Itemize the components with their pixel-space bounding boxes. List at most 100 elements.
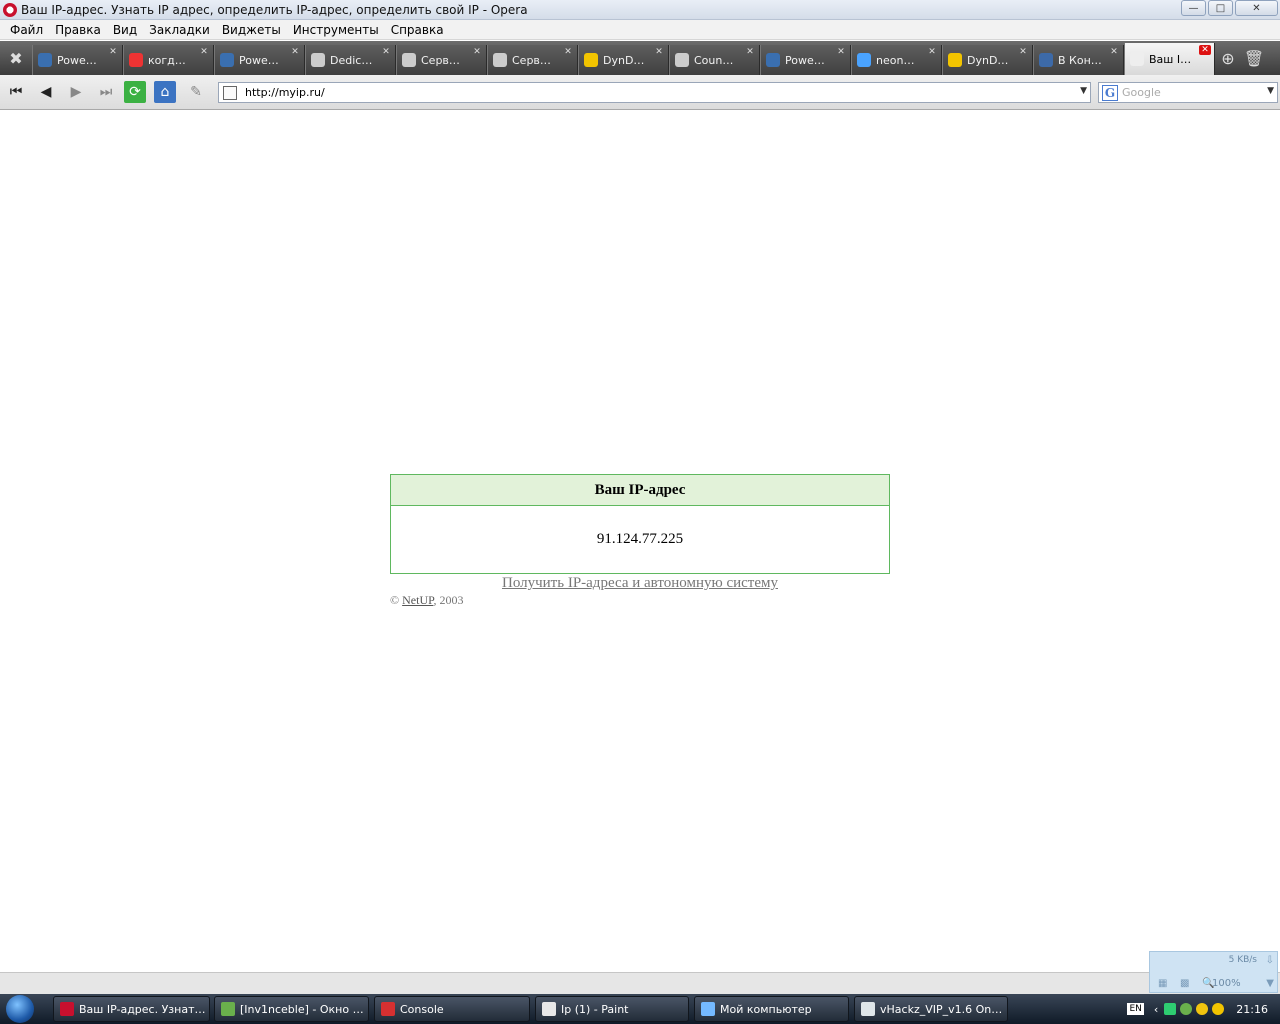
close-button[interactable]: ✕ bbox=[1235, 0, 1278, 16]
download-icon[interactable]: ⇩ bbox=[1266, 955, 1274, 966]
taskbar-app-icon bbox=[861, 1002, 875, 1016]
menu-file[interactable]: Файл bbox=[4, 23, 49, 37]
taskbar-item-5[interactable]: vHackz_VIP_v1.6 On… bbox=[854, 996, 1008, 1022]
tab-close-icon[interactable]: ✕ bbox=[835, 47, 847, 57]
tab-11[interactable]: В Кон… ✕ bbox=[1033, 45, 1124, 75]
taskbar-item-3[interactable]: Ip (1) - Paint bbox=[535, 996, 689, 1022]
globe-icon bbox=[766, 53, 780, 67]
back-icon[interactable]: ◀ bbox=[32, 79, 60, 105]
minimize-button[interactable]: — bbox=[1181, 0, 1206, 16]
tab-label: Powe… bbox=[785, 53, 825, 67]
search-placeholder: Google bbox=[1122, 86, 1161, 99]
panel-icon[interactable]: ▦ bbox=[1158, 978, 1167, 989]
google-icon: G bbox=[1102, 84, 1118, 101]
counterstrike-icon bbox=[675, 53, 689, 67]
tab-7[interactable]: Coun… ✕ bbox=[669, 45, 760, 75]
tab-close-icon[interactable]: ✕ bbox=[653, 47, 665, 57]
tab-close-icon[interactable]: ✕ bbox=[107, 47, 119, 57]
tab-0[interactable]: Powe… ✕ bbox=[32, 45, 123, 75]
rewind-icon[interactable]: ⏮ bbox=[2, 79, 30, 105]
tab-label: Серв… bbox=[512, 53, 551, 67]
menu-widgets[interactable]: Виджеты bbox=[216, 23, 287, 37]
tab-label: DynD… bbox=[967, 53, 1009, 67]
tab-2[interactable]: Powe… ✕ bbox=[214, 45, 305, 75]
tab-close-icon[interactable]: ✕ bbox=[289, 47, 301, 57]
tray-smile-icon[interactable] bbox=[1196, 1003, 1209, 1015]
address-field[interactable]: http://myip.ru/ ▼ bbox=[218, 82, 1091, 103]
zoom-level[interactable]: 100% bbox=[1212, 978, 1241, 989]
tab-close-icon[interactable]: ✕ bbox=[744, 47, 756, 57]
address-url[interactable]: http://myip.ru/ bbox=[245, 86, 325, 99]
menu-bookmarks[interactable]: Закладки bbox=[143, 23, 216, 37]
tab-12[interactable]: Ваш I… ✕ bbox=[1124, 43, 1215, 75]
tab-6[interactable]: DynD… ✕ bbox=[578, 45, 669, 75]
menu-help[interactable]: Справка bbox=[385, 23, 450, 37]
counterstrike-icon bbox=[311, 53, 325, 67]
at-icon bbox=[857, 53, 871, 67]
forward-icon[interactable]: ▶ bbox=[62, 79, 90, 105]
new-tab-icon[interactable]: ⊕ bbox=[1215, 41, 1241, 75]
tab-close-icon[interactable]: ✕ bbox=[1108, 47, 1120, 57]
ip-box: Ваш IP-адрес 91.124.77.225 bbox=[390, 474, 890, 574]
tray-messenger-icon[interactable] bbox=[1180, 1003, 1193, 1015]
tab-close-icon[interactable]: ✕ bbox=[1017, 47, 1029, 57]
window-controls: — □ ✕ bbox=[1181, 0, 1278, 16]
tab-close-icon[interactable]: ✕ bbox=[1199, 45, 1211, 55]
netup-link[interactable]: NetUP bbox=[402, 593, 433, 607]
taskbar-item-0[interactable]: Ваш IP-адрес. Узнат… bbox=[53, 996, 210, 1022]
tab-strip: Powe… ✕ когд… ✕ Powe… ✕ Dedic… ✕ Серв… ✕ Серв… ✕ Dyn… bbox=[32, 41, 1215, 75]
tab-close-icon[interactable]: ✕ bbox=[198, 47, 210, 57]
search-field[interactable]: G Google ▼ bbox=[1098, 82, 1278, 103]
edit-icon[interactable]: ✎ bbox=[182, 79, 210, 105]
tab-3[interactable]: Dedic… ✕ bbox=[305, 45, 396, 75]
tab-close-icon[interactable]: ✕ bbox=[926, 47, 938, 57]
tools-icon[interactable]: ✖ bbox=[0, 41, 32, 75]
menu-edit[interactable]: Правка bbox=[49, 23, 107, 37]
tab-close-icon[interactable]: ✕ bbox=[471, 47, 483, 57]
vk-icon bbox=[1039, 53, 1053, 67]
menu-tools[interactable]: Инструменты bbox=[287, 23, 385, 37]
tab-9[interactable]: neon… ✕ bbox=[851, 45, 942, 75]
tab-close-icon[interactable]: ✕ bbox=[562, 47, 574, 57]
tab-label: В Кон… bbox=[1058, 53, 1102, 67]
maximize-button[interactable]: □ bbox=[1208, 0, 1233, 16]
fast-forward-icon[interactable]: ⏭ bbox=[92, 79, 120, 105]
reload-icon[interactable]: ⟳ bbox=[124, 81, 146, 103]
tab-5[interactable]: Серв… ✕ bbox=[487, 45, 578, 75]
taskbar-app-icon bbox=[60, 1002, 74, 1016]
page-icon bbox=[1130, 52, 1144, 66]
tab-label: DynD… bbox=[603, 53, 645, 67]
taskbar-item-label: Ваш IP-адрес. Узнат… bbox=[79, 1002, 206, 1016]
taskbar-app-icon bbox=[381, 1002, 395, 1016]
home-icon[interactable]: ⌂ bbox=[154, 81, 176, 103]
tab-close-icon[interactable]: ✕ bbox=[380, 47, 392, 57]
moon-icon bbox=[948, 53, 962, 67]
tray-expand-icon[interactable]: ‹ bbox=[1154, 1003, 1158, 1016]
tray-app-icon[interactable] bbox=[1164, 1003, 1177, 1015]
globe-icon bbox=[220, 53, 234, 67]
tab-label: neon… bbox=[876, 53, 915, 67]
camera-icon[interactable]: ▩ bbox=[1180, 978, 1189, 989]
taskbar-item-4[interactable]: Мой компьютер bbox=[694, 996, 849, 1022]
taskbar-item-1[interactable]: [Inv1nceble] - Окно … bbox=[214, 996, 369, 1022]
language-indicator[interactable]: EN bbox=[1127, 1003, 1144, 1015]
trash-icon[interactable]: 🗑 bbox=[1241, 41, 1267, 75]
menu-view[interactable]: Вид bbox=[107, 23, 143, 37]
taskbar-item-label: vHackz_VIP_v1.6 On… bbox=[880, 1002, 1003, 1016]
system-tray: EN ‹ 21:16 bbox=[1110, 994, 1280, 1024]
tab-label: Ваш I… bbox=[1149, 52, 1192, 66]
tab-4[interactable]: Серв… ✕ bbox=[396, 45, 487, 75]
clock[interactable]: 21:16 bbox=[1236, 1003, 1268, 1016]
address-dropdown-icon[interactable]: ▼ bbox=[1080, 86, 1087, 96]
tab-1[interactable]: когд… ✕ bbox=[123, 45, 214, 75]
search-dropdown-icon[interactable]: ▼ bbox=[1267, 86, 1274, 96]
page-viewport: Ваш IP-адрес 91.124.77.225 Получить IP-а… bbox=[0, 111, 1280, 972]
start-button[interactable] bbox=[0, 994, 40, 1024]
get-ip-as-link[interactable]: Получить IP-адреса и автономную систему bbox=[390, 575, 890, 592]
tab-8[interactable]: Powe… ✕ bbox=[760, 45, 851, 75]
zoom-dropdown-icon[interactable]: ▼ bbox=[1266, 978, 1274, 989]
taskbar-item-2[interactable]: Console bbox=[374, 996, 530, 1022]
tab-10[interactable]: DynD… ✕ bbox=[942, 45, 1033, 75]
tab-label: Серв… bbox=[421, 53, 460, 67]
tray-moon-icon[interactable] bbox=[1212, 1003, 1225, 1015]
